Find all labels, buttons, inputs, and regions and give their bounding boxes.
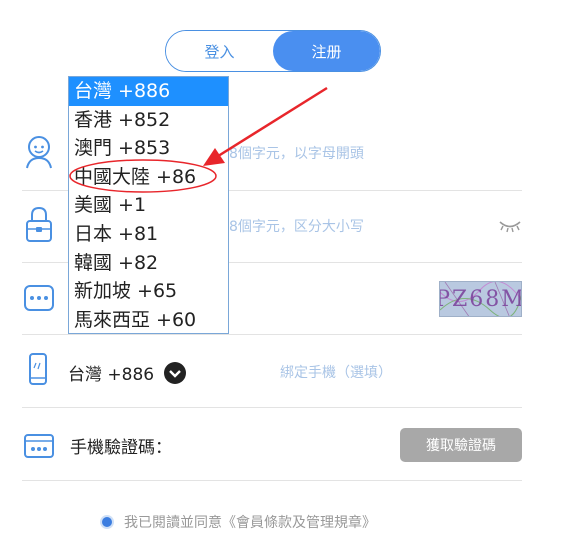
get-code-button[interactable]: 獲取驗證碼 xyxy=(400,428,522,462)
password-hint[interactable]: 8個字元，区分大小写 xyxy=(229,216,364,236)
user-icon xyxy=(24,134,54,170)
chevron-down-icon xyxy=(164,361,187,384)
country-option[interactable]: 日本 +81 xyxy=(69,220,228,249)
agreement-radio[interactable] xyxy=(100,515,114,529)
country-option[interactable]: 台灣 +886 xyxy=(69,77,228,106)
country-option[interactable]: 香港 +852 xyxy=(69,106,228,135)
divider xyxy=(22,407,522,408)
phone-input[interactable]: 綁定手機（選填） xyxy=(280,362,392,382)
agreement-text: 我已閱讀並同意《會員條款及管理規章》 xyxy=(124,515,376,531)
eye-closed-icon[interactable] xyxy=(498,218,522,233)
country-option[interactable]: 馬來西亞 +60 xyxy=(69,306,228,335)
phone-icon xyxy=(28,352,48,386)
lock-icon xyxy=(24,205,54,243)
tab-login[interactable]: 登入 xyxy=(166,31,273,71)
country-code-value: 台灣 +886 xyxy=(68,365,155,385)
captcha-image[interactable]: PZ68M xyxy=(439,281,522,317)
country-option[interactable]: 新加坡 +65 xyxy=(69,277,228,306)
auth-tab-toggle: 登入 注册 xyxy=(165,30,381,72)
agreement-row[interactable]: 我已閱讀並同意《會員條款及管理規章》 xyxy=(100,512,376,532)
country-option[interactable]: 中國大陸 +86 xyxy=(69,163,228,192)
country-option[interactable]: 韓國 +82 xyxy=(69,249,228,278)
captcha-field-icon xyxy=(23,283,55,313)
country-option[interactable]: 美國 +1 xyxy=(69,191,228,220)
country-code-select[interactable]: 台灣 +886 xyxy=(68,360,187,385)
country-dropdown-list[interactable]: 台灣 +886 香港 +852 澳門 +853 中國大陸 +86 美國 +1 日… xyxy=(68,76,229,334)
divider xyxy=(22,480,522,481)
captcha-text: PZ68M xyxy=(439,286,522,312)
username-hint[interactable]: 8個字元，以字母開頭 xyxy=(229,143,364,163)
sms-icon xyxy=(23,432,55,460)
sms-label: 手機驗證碼： xyxy=(70,438,172,458)
tab-register[interactable]: 注册 xyxy=(273,31,380,71)
country-option[interactable]: 澳門 +853 xyxy=(69,134,228,163)
